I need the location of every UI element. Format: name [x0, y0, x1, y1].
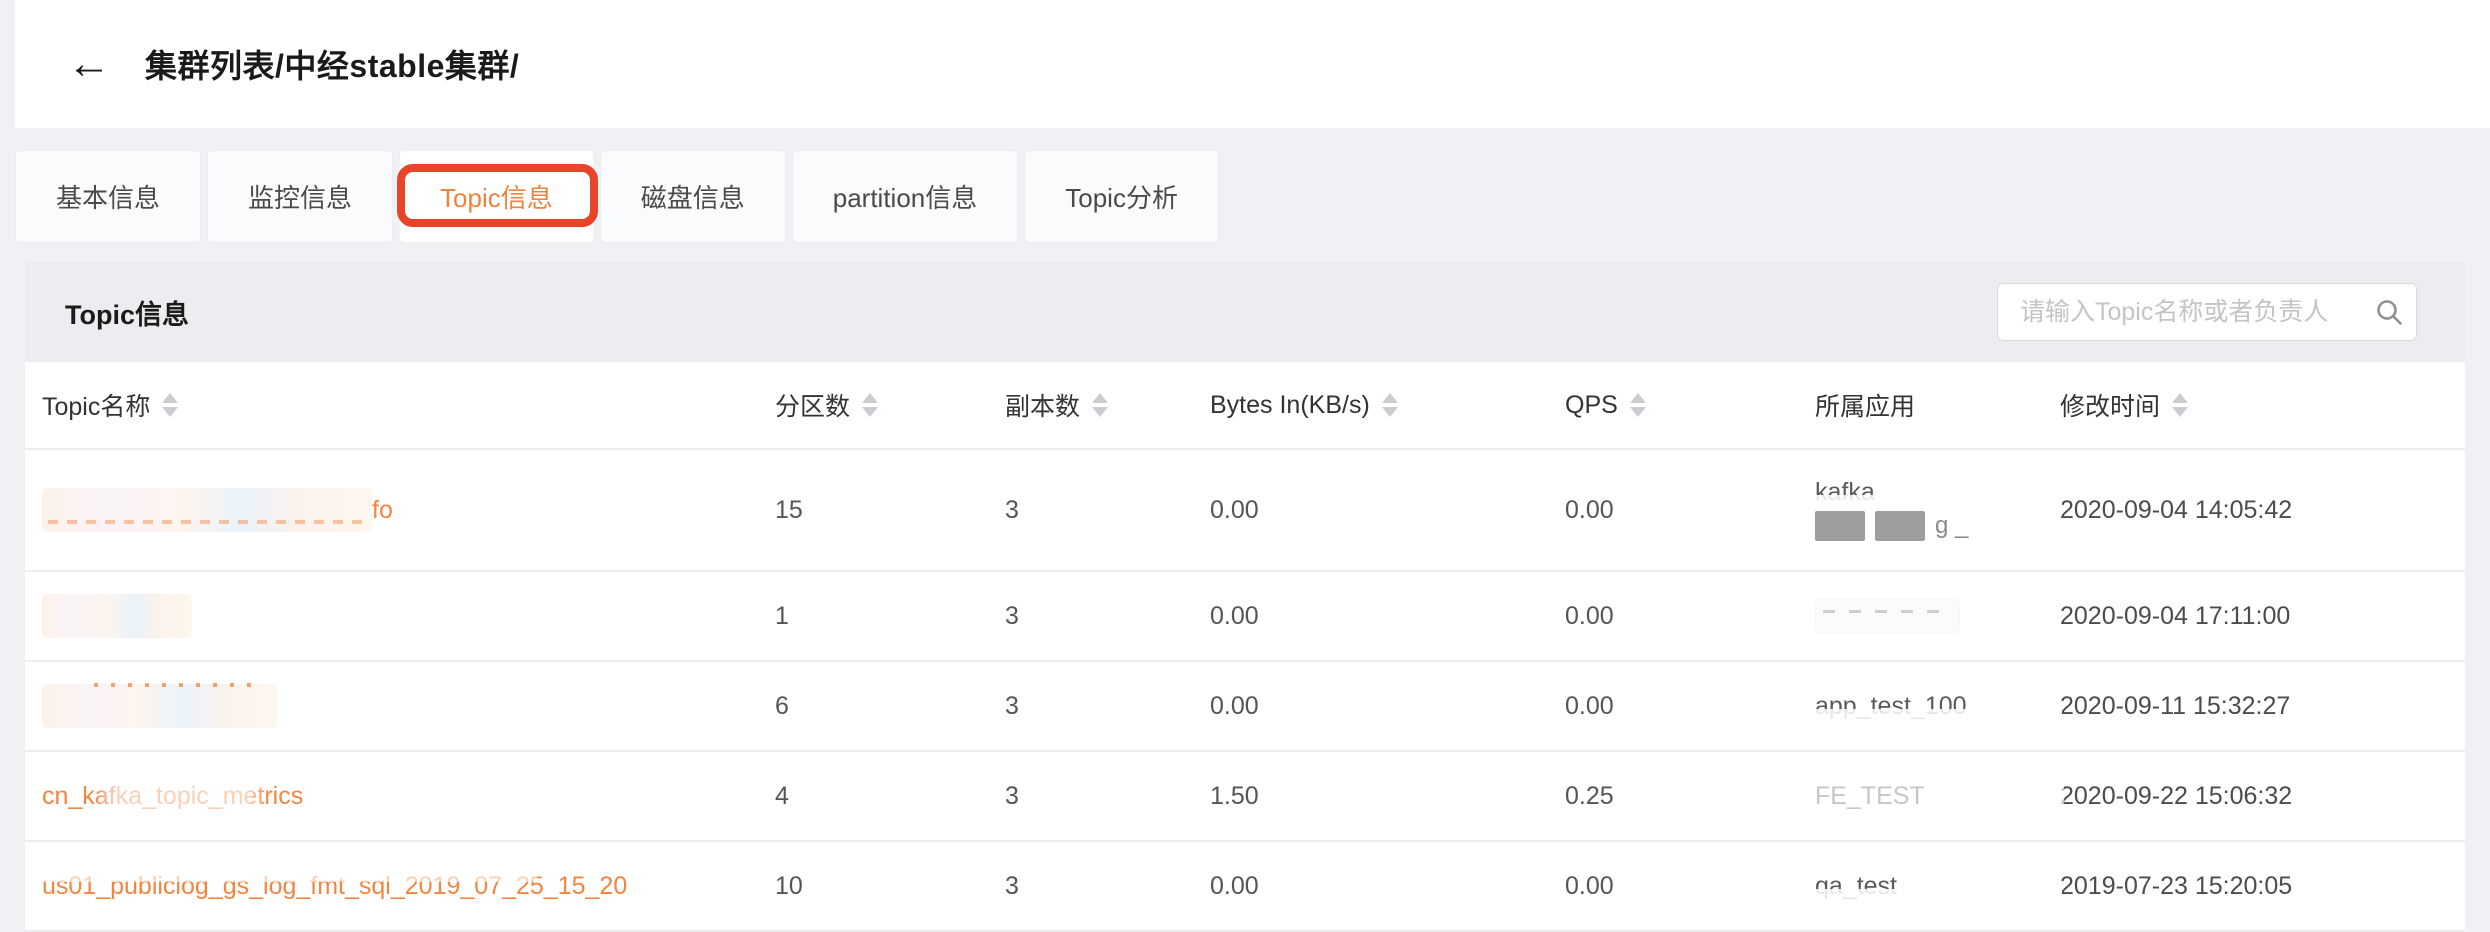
- tab-1[interactable]: 监控信息: [207, 150, 393, 243]
- column-header[interactable]: QPS: [1565, 391, 1815, 420]
- owner-app-cell: app_test_100: [1815, 692, 2060, 721]
- tab-0[interactable]: 基本信息: [15, 150, 201, 243]
- owner-app-name: kafka: [1815, 478, 2060, 507]
- censor-block: [1875, 511, 1925, 541]
- bytes-in-cell: 1.50: [1210, 782, 1565, 811]
- sort-carets-icon[interactable]: [2172, 393, 2188, 417]
- topic-name-cell: [42, 594, 775, 638]
- tab-label: 磁盘信息: [641, 178, 745, 215]
- topic-link[interactable]: fo: [372, 496, 393, 525]
- column-header-label: 分区数: [775, 387, 850, 423]
- owner-app-cell: kafka g _: [1815, 478, 2060, 542]
- owner-app-name: qa_test: [1815, 872, 2060, 901]
- search-input[interactable]: [1998, 298, 2362, 327]
- page-header: ← 集群列表/中经stable集群/: [15, 0, 2490, 128]
- modified-time-cell: 2020-09-11 15:32:27: [2060, 692, 2465, 721]
- search-icon[interactable]: [2362, 297, 2416, 327]
- tab-label: Topic分析: [1065, 178, 1178, 215]
- column-header-label: 所属应用: [1815, 387, 1915, 423]
- tab-label: 监控信息: [248, 178, 352, 215]
- sort-carets-icon[interactable]: [1630, 393, 1646, 417]
- modified-time-cell: 2020-09-04 17:11:00: [2060, 602, 2465, 631]
- panel-title: Topic信息: [65, 293, 189, 332]
- sort-carets-icon[interactable]: [1092, 393, 1108, 417]
- replicas-cell: 3: [1005, 782, 1210, 811]
- sort-carets-icon[interactable]: [162, 393, 178, 417]
- table-body: fo1530.000.00kafkag _2020-09-04 14:05:42…: [25, 450, 2465, 932]
- app-name-fragment: g _: [1935, 512, 1968, 540]
- column-header[interactable]: 副本数: [1005, 387, 1210, 423]
- qps-cell: 0.00: [1565, 602, 1815, 631]
- topic-name-cell: [42, 684, 775, 728]
- column-header[interactable]: 修改时间: [2060, 387, 2465, 423]
- tab-3[interactable]: 磁盘信息: [600, 150, 786, 243]
- page-title: 集群列表/中经stable集群/: [145, 41, 519, 87]
- owner-app-name: FE_TEST: [1815, 782, 2060, 811]
- back-arrow-icon[interactable]: ←: [67, 42, 111, 86]
- sort-carets-icon[interactable]: [1382, 393, 1398, 417]
- topic-info-panel: Topic信息 Topic名称 分区数 副本数 Bytes In(KB/s) QPS 所属…: [25, 262, 2465, 932]
- table-row: 630.000.00app_test_1002020-09-11 15:32:2…: [25, 662, 2465, 752]
- partitions-cell: 10: [775, 872, 1005, 901]
- tab-label: partition信息: [833, 178, 978, 215]
- column-header-label: QPS: [1565, 391, 1618, 420]
- topic-name-cell: us01_publiclog_gs_log_fmt_sql_2019_07_25…: [42, 872, 775, 901]
- column-header: 所属应用: [1815, 387, 2060, 423]
- column-header-label: 修改时间: [2060, 387, 2160, 423]
- partitions-cell: 1: [775, 602, 1005, 631]
- qps-cell: 0.25: [1565, 782, 1815, 811]
- censored-app-second-line: g _: [1815, 510, 2060, 542]
- replicas-cell: 3: [1005, 496, 1210, 525]
- column-header-label: Topic名称: [42, 387, 150, 423]
- bytes-in-cell: 0.00: [1210, 496, 1565, 525]
- table-row: cn_kafka_topic_metrics 431.500.25FE_TEST2…: [25, 752, 2465, 842]
- censored-app-name-blur: [1815, 598, 1960, 634]
- owner-app-cell: qa_test: [1815, 872, 2060, 901]
- column-header-label: Bytes In(KB/s): [1210, 391, 1370, 420]
- bytes-in-cell: 0.00: [1210, 602, 1565, 631]
- qps-cell: 0.00: [1565, 496, 1815, 525]
- table-row: fo1530.000.00kafkag _2020-09-04 14:05:42: [25, 450, 2465, 572]
- modified-time-cell: 2019-07-23 15:20:05: [2060, 872, 2465, 901]
- owner-app-name: app_test_100: [1815, 692, 2060, 721]
- column-header-label: 副本数: [1005, 387, 1080, 423]
- partitions-cell: 4: [775, 782, 1005, 811]
- bytes-in-cell: 0.00: [1210, 872, 1565, 901]
- modified-time-cell: 2020-09-04 14:05:42: [2060, 496, 2465, 525]
- replicas-cell: 3: [1005, 872, 1210, 901]
- partitions-cell: 6: [775, 692, 1005, 721]
- table-row: 130.000.002020-09-04 17:11:00: [25, 572, 2465, 662]
- partitions-cell: 15: [775, 496, 1005, 525]
- censored-topic-name-blur: [42, 488, 372, 532]
- column-header[interactable]: 分区数: [775, 387, 1005, 423]
- owner-app-cell: FE_TEST: [1815, 782, 2060, 811]
- owner-app-cell: [1815, 598, 2060, 634]
- table-row: us01_publiclog_gs_log_fmt_sql_2019_07_25…: [25, 842, 2465, 932]
- topic-name-cell: fo: [42, 488, 775, 532]
- tab-label: 基本信息: [56, 178, 160, 215]
- sort-carets-icon[interactable]: [862, 393, 878, 417]
- column-header[interactable]: Bytes In(KB/s): [1210, 391, 1565, 420]
- censor-block: [1815, 511, 1865, 541]
- tab-label: Topic信息: [440, 178, 553, 215]
- qps-cell: 0.00: [1565, 872, 1815, 901]
- qps-cell: 0.00: [1565, 692, 1815, 721]
- topic-link[interactable]: cn_kafka_topic_metrics: [42, 782, 303, 811]
- replicas-cell: 3: [1005, 692, 1210, 721]
- censored-topic-name-blur: [42, 684, 277, 728]
- topic-name-cell: cn_kafka_topic_metrics: [42, 782, 775, 811]
- bytes-in-cell: 0.00: [1210, 692, 1565, 721]
- censored-topic-name-blur: [42, 594, 192, 638]
- topic-link[interactable]: us01_publiclog_gs_log_fmt_sql_2019_07_25…: [42, 872, 627, 901]
- tab-bar: 基本信息 监控信息 Topic信息 磁盘信息 partition信息 Topic分析: [15, 150, 2490, 243]
- modified-time-cell: 2020-09-22 15:06:32: [2060, 782, 2465, 811]
- replicas-cell: 3: [1005, 602, 1210, 631]
- tab-4[interactable]: partition信息: [792, 150, 1019, 243]
- column-header[interactable]: Topic名称: [42, 387, 775, 423]
- table-header-row: Topic名称 分区数 副本数 Bytes In(KB/s) QPS 所属应用 修改时间: [25, 362, 2465, 450]
- tab-5[interactable]: Topic分析: [1024, 150, 1219, 243]
- panel-header: Topic信息: [25, 262, 2465, 362]
- tab-topic-info[interactable]: Topic信息: [399, 150, 594, 243]
- topic-search-box: [1997, 283, 2417, 341]
